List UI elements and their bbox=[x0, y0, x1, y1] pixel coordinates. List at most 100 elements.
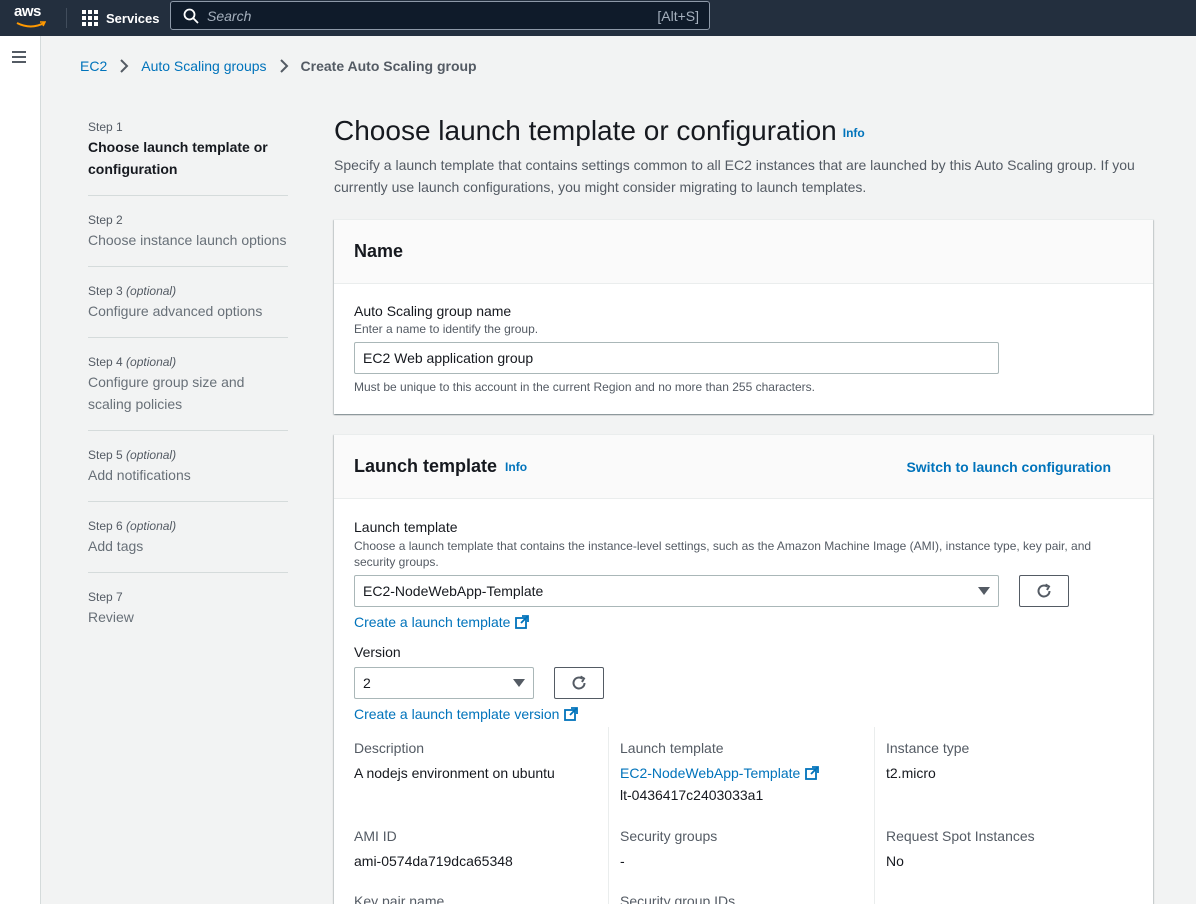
aws-logo[interactable]: aws bbox=[14, 4, 50, 32]
column-divider bbox=[608, 727, 609, 904]
key-pair-detail: Key pair name bbox=[354, 893, 444, 904]
step-2[interactable]: Step 2 Choose instance launch options bbox=[88, 211, 288, 267]
field-description: Enter a name to identify the group. bbox=[354, 322, 539, 336]
field-label: Auto Scaling group name bbox=[354, 303, 512, 319]
step-label: Step 2 bbox=[88, 213, 123, 227]
step-label: Step 7 bbox=[88, 590, 123, 604]
detail-value: No bbox=[886, 853, 904, 869]
aws-smile-icon bbox=[16, 21, 46, 28]
refresh-icon bbox=[572, 675, 586, 690]
step-label: Step 5 bbox=[88, 448, 123, 462]
step-3[interactable]: Step 3 (optional) Configure advanced opt… bbox=[88, 282, 288, 338]
spot-instances-detail: Request Spot Instances No bbox=[886, 828, 1035, 872]
detail-label: Security groups bbox=[620, 828, 718, 844]
launch-template-value: EC2-NodeWebApp-Template bbox=[363, 583, 544, 599]
name-panel: Name Auto Scaling group name Enter a nam… bbox=[334, 219, 1153, 414]
search-shortcut: [Alt+S] bbox=[657, 7, 699, 24]
launch-template-panel-header: Launch template Info Switch to launch co… bbox=[334, 435, 1153, 499]
step-label: Step 4 bbox=[88, 355, 123, 369]
create-launch-template-link[interactable]: Create a launch template bbox=[354, 614, 530, 630]
breadcrumb-auto-scaling-groups[interactable]: Auto Scaling groups bbox=[141, 58, 266, 74]
step-label: Step 1 bbox=[88, 120, 123, 134]
link-label: Create a launch template version bbox=[354, 706, 560, 722]
step-4[interactable]: Step 4 (optional) Configure group size a… bbox=[88, 353, 288, 431]
security-groups-detail: Security groups - bbox=[620, 828, 717, 872]
services-menu-button[interactable]: Services bbox=[82, 0, 160, 36]
panel-title: Name bbox=[354, 241, 404, 261]
detail-value: - bbox=[620, 853, 625, 869]
services-label: Services bbox=[106, 10, 160, 26]
ami-detail: AMI ID ami-0574da719dca65348 bbox=[354, 828, 513, 872]
refresh-icon bbox=[1037, 583, 1051, 598]
description-detail: Description A nodejs environment on ubun… bbox=[354, 740, 555, 784]
detail-label: Launch template bbox=[620, 740, 724, 756]
launch-template-panel: Launch template Info Switch to launch co… bbox=[334, 434, 1153, 904]
detail-value: A nodejs environment on ubuntu bbox=[354, 765, 555, 781]
caret-down-icon bbox=[978, 587, 990, 595]
aws-logo-text: aws bbox=[14, 3, 41, 20]
page-description: Specify a launch template that contains … bbox=[334, 157, 1135, 195]
step-6[interactable]: Step 6 (optional) Add tags bbox=[88, 517, 288, 573]
step-optional: (optional) bbox=[126, 355, 177, 369]
asg-name-value: EC2 Web application group bbox=[363, 350, 534, 366]
instance-type-detail: Instance type t2.micro bbox=[886, 740, 969, 784]
step-5[interactable]: Step 5 (optional) Add notifications bbox=[88, 446, 288, 502]
link-label: EC2-NodeWebApp-Template bbox=[620, 765, 801, 781]
detail-value: lt-0436417c2403033a1 bbox=[620, 787, 764, 803]
detail-label: Request Spot Instances bbox=[886, 828, 1035, 844]
field-label: Version bbox=[354, 644, 401, 660]
step-label: Step 3 bbox=[88, 284, 123, 298]
column-divider bbox=[874, 727, 875, 904]
step-title: Add tags bbox=[88, 538, 144, 554]
name-panel-header: Name bbox=[334, 220, 1153, 284]
field-description: Choose a launch template that contains t… bbox=[354, 539, 1092, 569]
detail-label: Instance type bbox=[886, 740, 970, 756]
external-link-icon bbox=[564, 707, 579, 721]
detail-label: AMI ID bbox=[354, 828, 397, 844]
refresh-templates-button[interactable] bbox=[1019, 575, 1069, 607]
breadcrumb: EC2 Auto Scaling groups Create Auto Scal… bbox=[80, 58, 477, 74]
launch-template-name-link[interactable]: EC2-NodeWebApp-Template bbox=[620, 762, 820, 784]
detail-label: Description bbox=[354, 740, 425, 756]
step-title: Configure advanced options bbox=[88, 303, 263, 319]
breadcrumb-current: Create Auto Scaling group bbox=[300, 58, 477, 74]
side-rail bbox=[0, 36, 41, 904]
grid-icon bbox=[82, 10, 98, 26]
external-link-icon bbox=[805, 766, 820, 780]
step-title: Choose instance launch options bbox=[88, 232, 287, 248]
launch-template-detail: Launch template EC2-NodeWebApp-Template … bbox=[620, 740, 820, 806]
asg-name-input[interactable]: EC2 Web application group bbox=[354, 342, 999, 374]
search-icon bbox=[183, 8, 199, 24]
hamburger-menu-icon[interactable] bbox=[12, 51, 26, 63]
page-title: Choose launch template or configuration I… bbox=[334, 115, 865, 147]
step-optional: (optional) bbox=[126, 448, 177, 462]
launch-template-select[interactable]: EC2-NodeWebApp-Template bbox=[354, 575, 999, 607]
version-select[interactable]: 2 bbox=[354, 667, 534, 699]
create-launch-template-version-link[interactable]: Create a launch template version bbox=[354, 706, 579, 722]
step-optional: (optional) bbox=[126, 284, 177, 298]
info-link[interactable]: Info bbox=[843, 126, 865, 140]
field-constraint: Must be unique to this account in the cu… bbox=[354, 380, 815, 394]
step-title: Configure group size and scaling policie… bbox=[88, 374, 245, 412]
detail-label: Security group IDs bbox=[620, 893, 736, 904]
breadcrumb-ec2[interactable]: EC2 bbox=[80, 58, 107, 74]
search-input[interactable]: Search [Alt+S] bbox=[170, 1, 710, 30]
step-1: Step 1 Choose launch template or configu… bbox=[88, 118, 288, 196]
step-title: Review bbox=[88, 609, 134, 625]
detail-value: t2.micro bbox=[886, 765, 936, 781]
version-value: 2 bbox=[363, 675, 371, 691]
caret-down-icon bbox=[513, 679, 525, 687]
link-label: Create a launch template bbox=[354, 614, 511, 630]
field-label: Launch template bbox=[354, 519, 458, 535]
chevron-right-icon bbox=[279, 59, 288, 73]
switch-to-launch-configuration-link[interactable]: Switch to launch configuration bbox=[906, 459, 1111, 475]
external-link-icon bbox=[515, 615, 530, 629]
info-link[interactable]: Info bbox=[505, 460, 527, 474]
step-title: Choose launch template or configuration bbox=[88, 139, 268, 177]
detail-label: Key pair name bbox=[354, 893, 445, 904]
page-title-text: Choose launch template or configuration bbox=[334, 115, 837, 146]
step-optional: (optional) bbox=[126, 519, 177, 533]
step-7[interactable]: Step 7 Review bbox=[88, 588, 288, 643]
refresh-versions-button[interactable] bbox=[554, 667, 604, 699]
wizard-steps: Step 1 Choose launch template or configu… bbox=[88, 118, 288, 658]
